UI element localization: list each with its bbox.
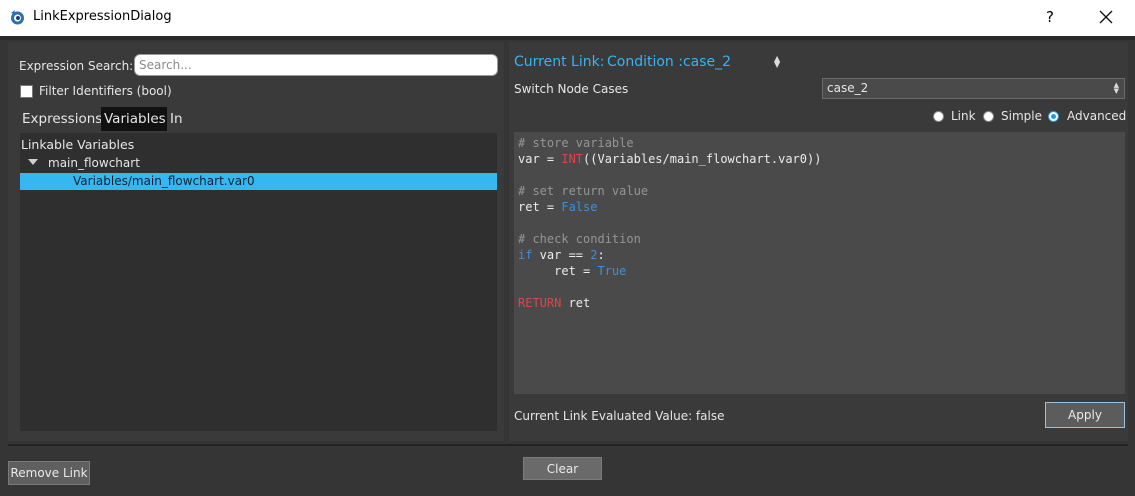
- expression-editor[interactable]: # store variable var = INT((Variables/ma…: [514, 132, 1125, 480]
- mode-simple-label: Simple: [1001, 109, 1042, 123]
- current-link-value[interactable]: Condition :case_2: [607, 54, 731, 70]
- switch-label: Switch Node Cases: [514, 82, 629, 96]
- title-separator: [0, 36, 1135, 40]
- tree-header: Linkable Variables: [21, 137, 135, 152]
- window-title: LinkExpressionDialog: [33, 9, 172, 24]
- tree-node-selected[interactable]: Variables/main_flowchart.var0: [20, 173, 497, 190]
- mode-link-radio[interactable]: [933, 111, 944, 122]
- code-comment-store: # store variable: [518, 136, 634, 150]
- search-label: Expression Search:: [19, 59, 134, 73]
- filter-checkbox[interactable]: [20, 85, 33, 98]
- evaluated-value-text: Current Link Evaluated Value: false: [514, 409, 725, 423]
- code-line-var: var = INT((Variables/main_flowchart.var0…: [518, 152, 822, 166]
- close-icon[interactable]: [1095, 5, 1117, 29]
- mode-simple-radio[interactable]: [983, 111, 994, 122]
- code-line-ret-true: ret = True: [518, 264, 627, 278]
- mode-advanced-label: Advanced: [1067, 109, 1127, 123]
- switch-case-value: case_2: [827, 81, 869, 95]
- tree-node-main-flowchart[interactable]: main_flowchart: [48, 156, 140, 170]
- tab-expressions[interactable]: Expressions: [19, 107, 106, 131]
- code-line-ret-false: ret = False: [518, 200, 598, 214]
- help-button[interactable]: ?: [1040, 5, 1060, 29]
- switch-case-select[interactable]: case_2 ▲ ▼: [822, 78, 1125, 99]
- search-input[interactable]: [134, 54, 498, 76]
- code-line-return: RETURN ret: [518, 296, 591, 310]
- code-line-if: if var == 2:: [518, 248, 605, 262]
- right-panel: Current Link: Condition :case_2 ▲ ▼ Switc…: [509, 42, 1128, 480]
- select-arrows-icon: ▲ ▼: [1113, 81, 1119, 95]
- current-link-label: Current Link:: [514, 54, 605, 70]
- code-comment-check: # check condition: [518, 232, 641, 246]
- bottom-separator: [8, 444, 1128, 446]
- clear-button[interactable]: Clear: [523, 457, 602, 480]
- remove-link-button[interactable]: Remove Link: [8, 461, 90, 485]
- title-bar: LinkExpressionDialog ?: [0, 0, 1135, 36]
- tree-node-var0: Variables/main_flowchart.var0: [73, 174, 255, 188]
- tab-in[interactable]: In: [167, 107, 186, 131]
- left-panel: Expression Search: Filter Identifiers (b…: [8, 42, 504, 441]
- expand-arrow-icon[interactable]: [28, 159, 38, 165]
- variables-tree[interactable]: Linkable Variables main_flowchart Variab…: [20, 133, 497, 431]
- apply-button[interactable]: Apply: [1045, 402, 1125, 428]
- mode-advanced-radio[interactable]: [1048, 111, 1059, 122]
- filter-label: Filter Identifiers (bool): [39, 84, 172, 98]
- current-link-spin-icon[interactable]: ▲ ▼: [774, 55, 780, 69]
- mode-link-label: Link: [951, 109, 976, 123]
- code-comment-return: # set return value: [518, 184, 649, 198]
- app-logo-icon: [11, 10, 24, 25]
- tab-variables[interactable]: Variables: [101, 107, 169, 131]
